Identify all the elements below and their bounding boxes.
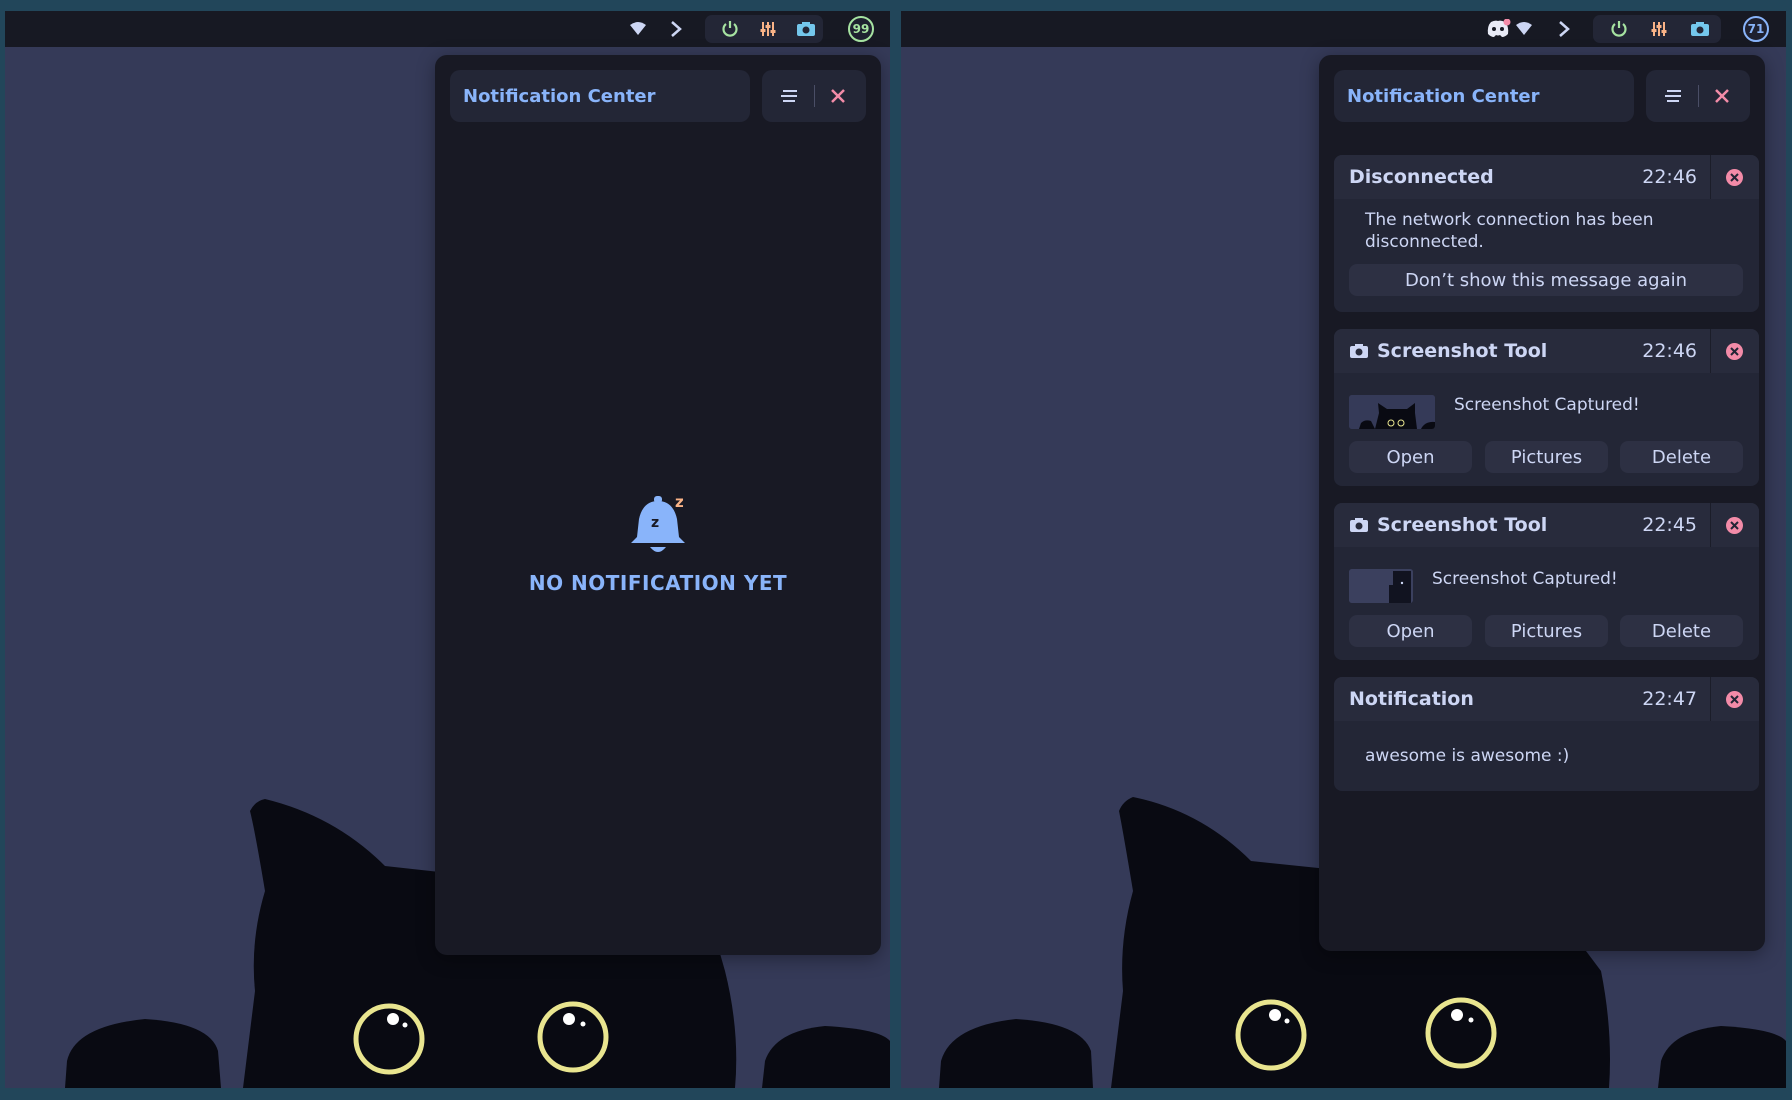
close-panel-button[interactable] bbox=[1704, 70, 1740, 122]
notification-message: Screenshot Captured! bbox=[1454, 395, 1640, 415]
card-header: Screenshot Tool 22:46 bbox=[1334, 329, 1759, 373]
desktop-right: 71 Notification Center Disconnected 22:4… bbox=[901, 11, 1786, 1088]
panel-title: Notification Center bbox=[1334, 70, 1634, 122]
clear-all-icon bbox=[781, 90, 797, 102]
notification-time: 22:45 bbox=[1642, 514, 1697, 536]
top-bar: 99 bbox=[5, 11, 890, 47]
notification-title-text: Screenshot Tool bbox=[1377, 514, 1548, 536]
power-icon[interactable] bbox=[1604, 11, 1634, 47]
card-header: Disconnected 22:46 bbox=[1334, 155, 1759, 199]
close-icon bbox=[1730, 695, 1739, 704]
dismiss-notification-button[interactable] bbox=[1726, 517, 1743, 534]
card-header: Notification 22:47 bbox=[1334, 677, 1759, 721]
notification-message: Screenshot Captured! bbox=[1432, 569, 1618, 589]
delete-button[interactable]: Delete bbox=[1620, 441, 1743, 473]
divider bbox=[1698, 85, 1699, 107]
dont-show-again-button[interactable]: Don’t show this message again bbox=[1349, 264, 1743, 296]
panel-controls bbox=[762, 70, 866, 122]
card-header: Screenshot Tool 22:45 bbox=[1334, 503, 1759, 547]
panel-controls bbox=[1646, 70, 1750, 122]
notification-message: The network connection has been disconne… bbox=[1365, 210, 1654, 252]
open-button[interactable]: Open bbox=[1349, 441, 1472, 473]
notification-title: Notification bbox=[1349, 688, 1474, 710]
screenshot-thumbnail[interactable] bbox=[1349, 569, 1413, 603]
camera-icon[interactable] bbox=[1685, 11, 1715, 47]
avatar[interactable]: 71 bbox=[1743, 16, 1769, 42]
dismiss-notification-button[interactable] bbox=[1726, 691, 1743, 708]
pictures-button[interactable]: Pictures bbox=[1485, 615, 1608, 647]
desktop-left: 99 Notification Center z z NO NOTIFICATI… bbox=[5, 11, 890, 1088]
pictures-button[interactable]: Pictures bbox=[1485, 441, 1608, 473]
notification-time: 22:46 bbox=[1642, 166, 1697, 188]
wifi-icon[interactable] bbox=[623, 11, 653, 47]
close-panel-button[interactable] bbox=[820, 70, 856, 122]
equalizer-icon[interactable] bbox=[753, 11, 783, 47]
close-icon bbox=[1730, 521, 1739, 530]
discord-icon[interactable] bbox=[1483, 11, 1513, 47]
equalizer-icon[interactable] bbox=[1644, 11, 1674, 47]
divider bbox=[1710, 677, 1711, 721]
camera-icon[interactable] bbox=[791, 11, 821, 47]
notification-card: Disconnected 22:46 The network connectio… bbox=[1334, 155, 1759, 312]
avatar-label: 99 bbox=[852, 22, 870, 36]
close-icon bbox=[1730, 347, 1739, 356]
notification-title: Disconnected bbox=[1349, 166, 1494, 188]
close-icon bbox=[1715, 89, 1729, 103]
notification-time: 22:47 bbox=[1642, 688, 1697, 710]
notification-card: Screenshot Tool 22:46 Screenshot Capture… bbox=[1334, 329, 1759, 486]
divider bbox=[814, 85, 815, 107]
notification-center-panel: Notification Center z z NO NOTIFICATION … bbox=[435, 55, 881, 955]
wifi-icon[interactable] bbox=[1513, 11, 1535, 47]
avatar-label: 71 bbox=[1747, 22, 1765, 36]
chevron-right-icon[interactable] bbox=[661, 11, 691, 47]
panel-header: Notification Center bbox=[1334, 70, 1750, 122]
empty-message: NO NOTIFICATION YET bbox=[528, 571, 788, 595]
notification-card: Notification 22:47 awesome is awesome :) bbox=[1334, 677, 1759, 791]
clear-all-icon bbox=[1665, 90, 1681, 102]
divider bbox=[1710, 155, 1711, 199]
delete-button[interactable]: Delete bbox=[1620, 615, 1743, 647]
empty-state: z z NO NOTIFICATION YET bbox=[435, 493, 881, 595]
power-icon[interactable] bbox=[715, 11, 745, 47]
close-icon bbox=[831, 89, 845, 103]
notification-title: Screenshot Tool bbox=[1349, 329, 1547, 373]
top-bar: 71 bbox=[901, 11, 1786, 47]
chevron-right-icon[interactable] bbox=[1549, 11, 1579, 47]
notification-title-text: Screenshot Tool bbox=[1377, 340, 1548, 362]
open-button[interactable]: Open bbox=[1349, 615, 1472, 647]
bell-sleep-icon: z z bbox=[631, 493, 685, 552]
panel-title: Notification Center bbox=[450, 70, 750, 122]
clear-all-button[interactable] bbox=[772, 70, 808, 122]
svg-text:z: z bbox=[651, 515, 659, 531]
camera-icon bbox=[1349, 517, 1369, 533]
dismiss-notification-button[interactable] bbox=[1726, 343, 1743, 360]
notification-message: awesome is awesome :) bbox=[1365, 746, 1570, 766]
notification-card: Screenshot Tool 22:45 Screenshot Capture… bbox=[1334, 503, 1759, 660]
avatar[interactable]: 99 bbox=[848, 16, 874, 42]
notification-title: Screenshot Tool bbox=[1349, 503, 1547, 547]
panel-header: Notification Center bbox=[450, 70, 866, 122]
clear-all-button[interactable] bbox=[1656, 70, 1692, 122]
divider bbox=[1710, 329, 1711, 373]
notification-center-panel: Notification Center Disconnected 22:46 T… bbox=[1319, 55, 1765, 951]
close-icon bbox=[1730, 173, 1739, 182]
divider bbox=[1710, 503, 1711, 547]
camera-icon bbox=[1349, 343, 1369, 359]
svg-text:z: z bbox=[675, 493, 684, 511]
dismiss-notification-button[interactable] bbox=[1726, 169, 1743, 186]
notification-time: 22:46 bbox=[1642, 340, 1697, 362]
screenshot-thumbnail[interactable] bbox=[1349, 395, 1435, 429]
